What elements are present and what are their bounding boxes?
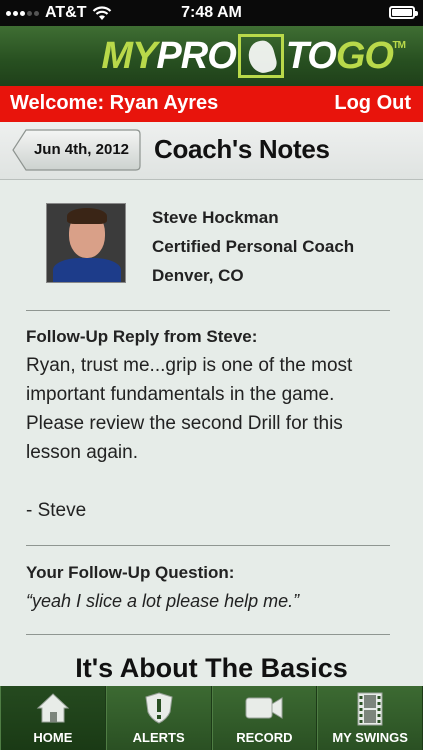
battery-icon — [389, 6, 418, 19]
coach-name: Steve Hockman — [152, 208, 279, 227]
logo-text-my: MY — [101, 34, 157, 77]
reply-signature: - Steve — [26, 500, 87, 521]
logo-text-to: TO — [285, 34, 337, 77]
question-heading: Your Follow-Up Question: — [26, 563, 235, 582]
video-camera-icon — [245, 697, 283, 719]
coach-avatar — [46, 203, 126, 283]
reply-heading: Follow-Up Reply from Steve: — [26, 327, 258, 346]
reply-line: Please review the second Drill for this — [26, 413, 343, 434]
tab-record-label: RECORD — [236, 730, 293, 745]
tab-home-label: HOME — [33, 730, 73, 745]
divider — [26, 310, 390, 311]
tab-alerts[interactable]: ALERTS — [105, 686, 212, 750]
divider — [26, 634, 390, 635]
tab-home[interactable]: HOME — [0, 686, 106, 750]
status-time: 7:48 AM — [181, 4, 242, 21]
page-title: Coach's Notes — [154, 134, 330, 164]
divider — [26, 545, 390, 546]
logo-trademark: TM — [392, 40, 406, 51]
reply-line: Ryan, trust me...grip is one of the most — [26, 355, 353, 376]
app-logo: MY PRO TO GO TM — [101, 34, 406, 78]
welcome-text: Welcome: Ryan Ayres — [10, 92, 219, 114]
navigation-bar: Jun 4th, 2012 Coach's Notes — [0, 122, 423, 180]
reply-line: lesson again. — [26, 442, 138, 463]
logo-text-go: GO — [335, 34, 394, 77]
coach-info: Steve Hockman Certified Personal Coach D… — [152, 203, 354, 290]
reply-line: important fundamentals in the game. — [26, 384, 335, 405]
coach-notes-content[interactable]: Steve Hockman Certified Personal Coach D… — [0, 181, 423, 686]
home-icon — [36, 693, 70, 723]
tab-alerts-label: ALERTS — [132, 730, 185, 745]
coach-role: Certified Personal Coach — [152, 237, 355, 256]
tab-bar: HOME ALERTS RECORD MY SWINGS — [0, 686, 423, 750]
golfer-logo-icon — [237, 34, 284, 78]
alert-shield-icon — [145, 692, 173, 724]
app-header: MY PRO TO GO TM — [0, 26, 423, 86]
tab-my-swings[interactable]: MY SWINGS — [317, 686, 423, 750]
tab-my-swings-label: MY SWINGS — [332, 730, 408, 745]
question-text: “yeah I slice a lot please help me.” — [26, 591, 300, 611]
reply-message: Ryan, trust me...grip is one of the most… — [26, 351, 398, 525]
coach-profile — [46, 203, 126, 283]
logout-button[interactable]: Log Out — [334, 92, 411, 115]
welcome-bar: Welcome: Ryan Ayres Log Out — [0, 86, 423, 122]
back-button-label: Jun 4th, 2012 — [33, 141, 130, 158]
lesson-title: It's About The Basics — [75, 653, 348, 683]
status-bar: AT&T 7:48 AM — [0, 0, 423, 26]
back-button[interactable]: Jun 4th, 2012 — [12, 129, 141, 171]
film-strip-icon — [357, 692, 383, 726]
coach-location: Denver, CO — [152, 266, 244, 285]
logo-text-pro: PRO — [156, 34, 236, 77]
tab-record[interactable]: RECORD — [211, 686, 318, 750]
